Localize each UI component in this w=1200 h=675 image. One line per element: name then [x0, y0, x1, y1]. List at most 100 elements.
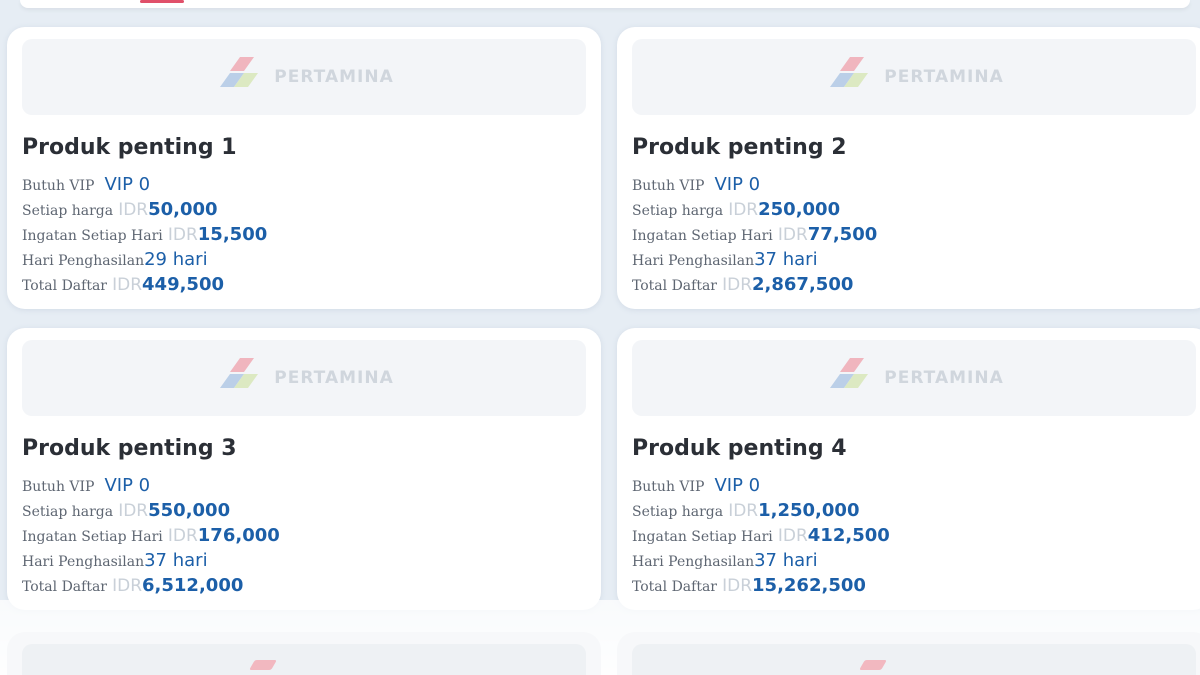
product-title: Produk penting 1 — [22, 135, 237, 160]
total-label: Total Daftar — [632, 278, 717, 294]
daily-row: Ingatan Setiap Hari IDR412,500 — [632, 523, 890, 548]
product-banner — [22, 644, 586, 675]
total-label: Total Daftar — [632, 579, 717, 595]
daily-label: Ingatan Setiap Hari — [22, 228, 163, 244]
vip-row: Butuh VIP VIP 0 — [632, 172, 877, 197]
currency-label: IDR — [118, 200, 149, 220]
pertamina-logo-text: PERTAMINA — [274, 368, 394, 388]
pertamina-logo: PERTAMINA — [824, 356, 1003, 400]
pertamina-logo-text: PERTAMINA — [884, 368, 1004, 388]
pertamina-logo-icon — [220, 358, 259, 388]
days-row: Hari Penghasilan29 hari — [22, 247, 267, 272]
vip-value: VIP 0 — [104, 475, 151, 496]
price-value: 50,000 — [148, 199, 218, 220]
total-value: 15,262,500 — [752, 575, 866, 596]
total-value: 449,500 — [142, 274, 224, 295]
product-banner: PERTAMINA — [22, 340, 586, 416]
product-title: Produk penting 2 — [632, 135, 847, 160]
product-card-6-partial[interactable] — [617, 632, 1200, 675]
price-row: Setiap harga IDR250,000 — [632, 197, 877, 222]
vip-label: Butuh VIP — [632, 178, 705, 194]
daily-row: Ingatan Setiap Hari IDR77,500 — [632, 222, 877, 247]
days-label: Hari Penghasilan — [632, 554, 755, 570]
vip-row: Butuh VIP VIP 0 — [22, 172, 267, 197]
product-banner — [632, 644, 1196, 675]
daily-label: Ingatan Setiap Hari — [632, 228, 773, 244]
daily-value: 412,500 — [807, 525, 890, 546]
currency-label: IDR — [118, 501, 149, 521]
days-row: Hari Penghasilan37 hari — [632, 247, 877, 272]
days-row: Hari Penghasilan37 hari — [632, 548, 890, 573]
currency-label: IDR — [112, 275, 143, 295]
currency-label: IDR — [722, 576, 753, 596]
days-row: Hari Penghasilan37 hari — [22, 548, 280, 573]
total-row: Total Daftar IDR15,262,500 — [632, 573, 890, 598]
top-accent-bar — [140, 0, 184, 3]
currency-label: IDR — [167, 526, 198, 546]
top-card-edge — [20, 0, 1190, 8]
daily-value: 176,000 — [197, 525, 280, 546]
daily-label: Ingatan Setiap Hari — [22, 529, 163, 545]
currency-label: IDR — [777, 225, 808, 245]
total-label: Total Daftar — [22, 278, 107, 294]
price-row: Setiap harga IDR550,000 — [22, 498, 280, 523]
vip-label: Butuh VIP — [632, 479, 705, 495]
days-value: 29 hari — [144, 249, 208, 270]
product-card-4[interactable]: PERTAMINA Produk penting 4 Butuh VIP VIP … — [617, 328, 1200, 610]
days-value: 37 hari — [754, 550, 818, 571]
daily-value: 77,500 — [807, 224, 878, 245]
daily-row: Ingatan Setiap Hari IDR15,500 — [22, 222, 267, 247]
total-label: Total Daftar — [22, 579, 107, 595]
price-label: Setiap harga — [632, 203, 724, 219]
price-label: Setiap harga — [632, 504, 724, 520]
price-label: Setiap harga — [22, 203, 114, 219]
product-title: Produk penting 4 — [632, 436, 847, 461]
product-banner: PERTAMINA — [632, 39, 1196, 115]
currency-label: IDR — [167, 225, 198, 245]
pertamina-logo-icon — [830, 57, 869, 87]
vip-label: Butuh VIP — [22, 479, 95, 495]
days-label: Hari Penghasilan — [22, 554, 145, 570]
product-card-5-partial[interactable] — [7, 632, 601, 675]
currency-label: IDR — [728, 501, 759, 521]
vip-row: Butuh VIP VIP 0 — [22, 473, 280, 498]
currency-label: IDR — [722, 275, 753, 295]
days-label: Hari Penghasilan — [632, 253, 755, 269]
currency-label: IDR — [728, 200, 759, 220]
days-value: 37 hari — [144, 550, 208, 571]
vip-value: VIP 0 — [714, 475, 761, 496]
vip-value: VIP 0 — [714, 174, 761, 195]
price-label: Setiap harga — [22, 504, 114, 520]
vip-label: Butuh VIP — [22, 178, 95, 194]
pertamina-logo: PERTAMINA — [824, 55, 1003, 99]
price-value: 250,000 — [758, 199, 841, 220]
daily-value: 15,500 — [197, 224, 268, 245]
product-card-1[interactable]: PERTAMINA Produk penting 1 Butuh VIP VIP … — [7, 27, 601, 309]
price-value: 1,250,000 — [758, 500, 860, 521]
pertamina-logo: PERTAMINA — [214, 356, 393, 400]
total-row: Total Daftar IDR6,512,000 — [22, 573, 280, 598]
pertamina-logo-icon — [830, 358, 869, 388]
product-card-3[interactable]: PERTAMINA Produk penting 3 Butuh VIP VIP … — [7, 328, 601, 610]
currency-label: IDR — [777, 526, 808, 546]
price-value: 550,000 — [148, 500, 231, 521]
vip-row: Butuh VIP VIP 0 — [632, 473, 890, 498]
total-row: Total Daftar IDR2,867,500 — [632, 272, 877, 297]
days-label: Hari Penghasilan — [22, 253, 145, 269]
pertamina-logo-text: PERTAMINA — [884, 67, 1004, 87]
pertamina-logo-text: PERTAMINA — [274, 67, 394, 87]
price-row: Setiap harga IDR1,250,000 — [632, 498, 890, 523]
pertamina-logo: PERTAMINA — [214, 55, 393, 99]
product-title: Produk penting 3 — [22, 436, 237, 461]
vip-value: VIP 0 — [104, 174, 151, 195]
daily-label: Ingatan Setiap Hari — [632, 529, 773, 545]
total-value: 6,512,000 — [142, 575, 244, 596]
product-banner: PERTAMINA — [22, 39, 586, 115]
days-value: 37 hari — [754, 249, 818, 270]
product-card-2[interactable]: PERTAMINA Produk penting 2 Butuh VIP VIP … — [617, 27, 1200, 309]
pertamina-logo-icon — [220, 57, 259, 87]
currency-label: IDR — [112, 576, 143, 596]
total-row: Total Daftar IDR449,500 — [22, 272, 267, 297]
product-banner: PERTAMINA — [632, 340, 1196, 416]
daily-row: Ingatan Setiap Hari IDR176,000 — [22, 523, 280, 548]
